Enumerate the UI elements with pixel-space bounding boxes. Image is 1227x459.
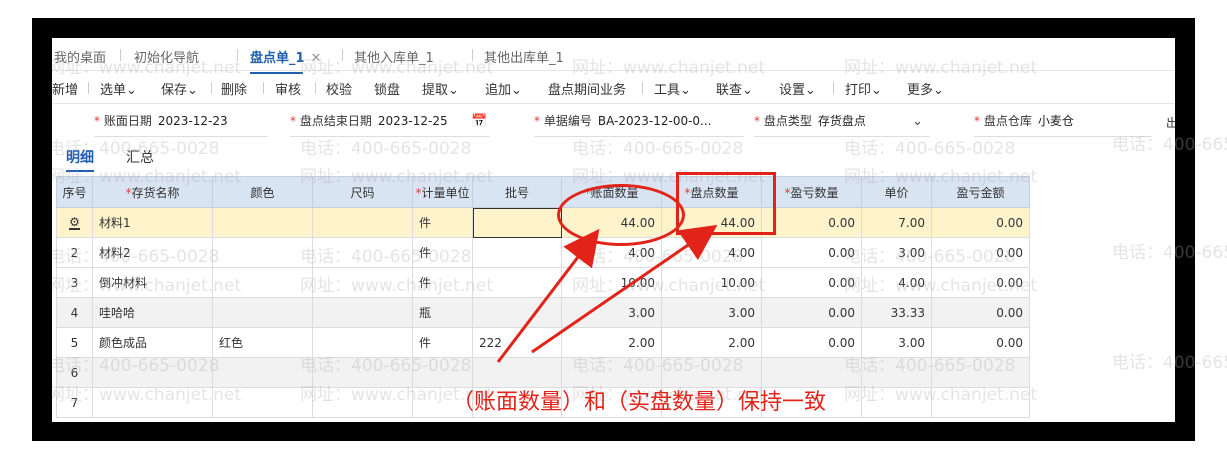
- annotation-caption: （账面数量）和（实盘数量）保持一致: [452, 390, 827, 415]
- arrow-to-count-qty: [531, 224, 718, 354]
